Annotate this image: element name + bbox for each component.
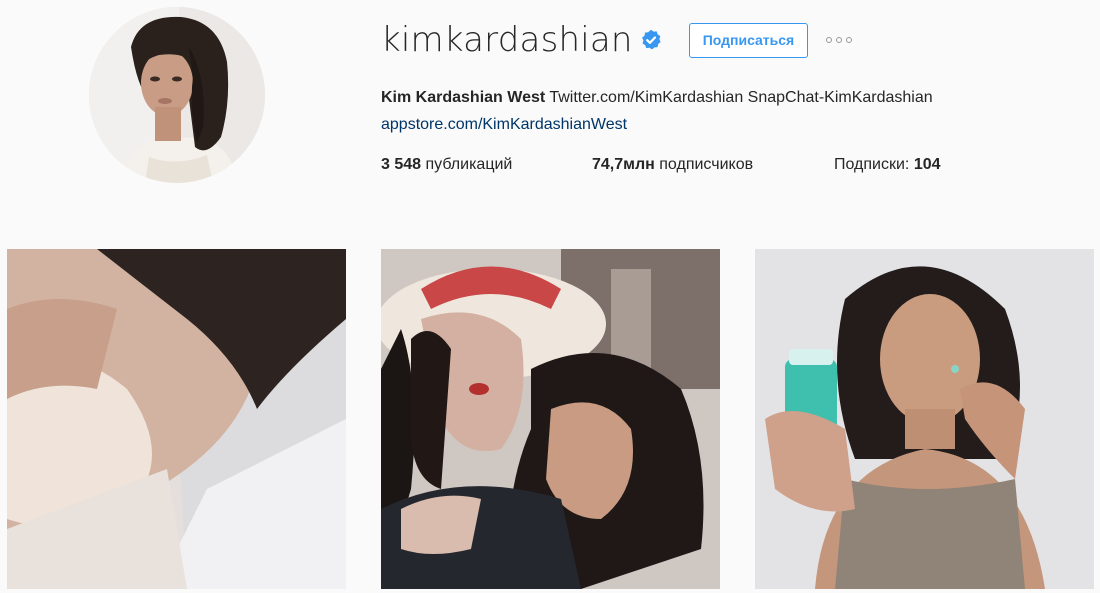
avatar-image: [89, 7, 265, 183]
profile-bio: Kim Kardashian West Twitter.com/KimKarda…: [381, 84, 933, 138]
follow-button[interactable]: Подписаться: [688, 22, 809, 58]
full-name: Kim Kardashian West: [381, 89, 546, 106]
username: kimkardashian: [381, 20, 633, 60]
bio-link[interactable]: appstore.com/KimKardashianWest: [381, 111, 627, 138]
bio-line: Kim Kardashian West Twitter.com/KimKarda…: [381, 84, 933, 111]
followers-count: 74,7млн: [592, 156, 655, 173]
following-count: 104: [913, 156, 941, 173]
profile-stats: 3 548 публикаций 74,7млн подписчиков Под…: [381, 153, 941, 177]
posts-label: публикаций: [425, 156, 513, 173]
stat-posts: 3 548 публикаций: [381, 156, 592, 174]
post-thumbnail[interactable]: [7, 249, 346, 589]
more-options-icon[interactable]: [826, 30, 853, 50]
post-thumbnail[interactable]: [755, 249, 1094, 589]
posts-count: 3 548: [381, 156, 422, 173]
more-dot: [826, 37, 833, 43]
post-image: [755, 249, 1094, 589]
post-thumbnail[interactable]: [381, 249, 720, 589]
more-dot: [836, 37, 843, 43]
bio-text: Twitter.com/KimKardashian SnapChat-KimKa…: [549, 89, 933, 106]
followers-label: подписчиков: [659, 156, 754, 173]
profile-avatar[interactable]: [89, 7, 265, 183]
post-image: [381, 249, 720, 589]
stat-following[interactable]: Подписки: 104: [834, 156, 941, 174]
more-dot: [846, 37, 853, 43]
post-image: [7, 249, 346, 589]
username-row: kimkardashian Подписаться: [381, 20, 853, 60]
stat-followers[interactable]: 74,7млн подписчиков: [592, 156, 834, 174]
following-label: Подписки:: [834, 156, 910, 173]
profile-page: kimkardashian Подписаться Kim Kardashian…: [0, 0, 1100, 593]
verified-badge-icon: [640, 29, 662, 51]
